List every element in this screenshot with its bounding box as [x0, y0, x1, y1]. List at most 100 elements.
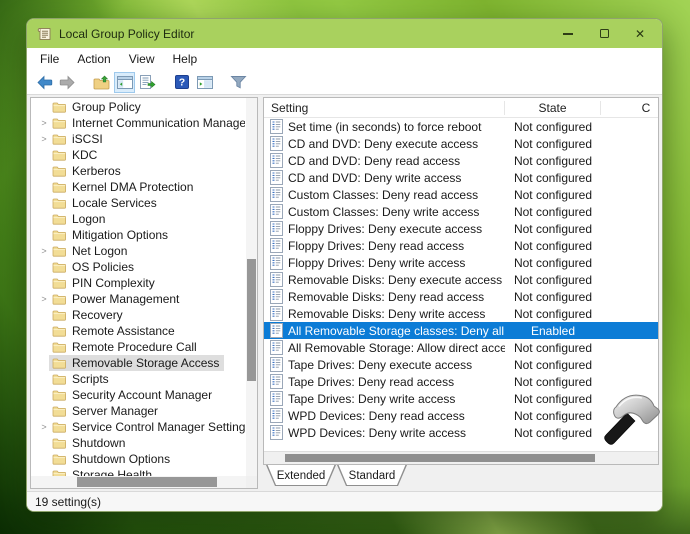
table-row[interactable]: Custom Classes: Deny write access Not co…: [264, 203, 658, 220]
tree-item[interactable]: > Net Logon: [31, 243, 245, 259]
chevron-right-icon[interactable]: >: [39, 294, 49, 304]
table-row[interactable]: Custom Classes: Deny read access Not con…: [264, 186, 658, 203]
table-row[interactable]: All Removable Storage: Allow direct acce…: [264, 339, 658, 356]
tree-item[interactable]: > Removable Storage Access: [31, 355, 245, 371]
menu-file[interactable]: File: [31, 52, 68, 66]
up-one-level-icon[interactable]: [91, 72, 112, 93]
folder-icon: [52, 149, 66, 161]
tree-item[interactable]: > Server Manager: [31, 403, 245, 419]
tree-item-label: Kernel DMA Protection: [72, 180, 193, 194]
back-icon[interactable]: [34, 72, 55, 93]
list-horizontal-scrollbar-thumb[interactable]: [285, 454, 595, 462]
tree-item[interactable]: > Shutdown: [31, 435, 245, 451]
show-action-pane-icon[interactable]: [194, 72, 215, 93]
table-row[interactable]: Tape Drives: Deny execute access Not con…: [264, 356, 658, 373]
toolbar: ?: [27, 70, 662, 95]
menu-help[interactable]: Help: [164, 52, 207, 66]
tree-item[interactable]: > Power Management: [31, 291, 245, 307]
tree-item[interactable]: > Service Control Manager Settings: [31, 419, 245, 435]
table-row[interactable]: Floppy Drives: Deny read access Not conf…: [264, 237, 658, 254]
filter-icon[interactable]: [228, 72, 249, 93]
table-row[interactable]: CD and DVD: Deny execute access Not conf…: [264, 135, 658, 152]
tree-vertical-scrollbar-thumb[interactable]: [247, 259, 256, 381]
tree-item[interactable]: > Mitigation Options: [31, 227, 245, 243]
tree-horizontal-scrollbar[interactable]: [31, 476, 246, 488]
minimize-button[interactable]: [550, 19, 586, 48]
tree-item-label: Internet Communication Management: [72, 116, 245, 130]
tree-item[interactable]: > Remote Assistance: [31, 323, 245, 339]
tree-item[interactable]: > Shutdown Options: [31, 451, 245, 467]
state-cell: Not configured: [505, 273, 601, 287]
folder-icon: [52, 437, 66, 449]
menu-bar: File Action View Help: [27, 48, 662, 70]
tree-item-label: Storage Health: [72, 468, 152, 476]
tree-item[interactable]: > iSCSI: [31, 131, 245, 147]
policy-setting-icon: [270, 340, 283, 355]
table-row[interactable]: CD and DVD: Deny read access Not configu…: [264, 152, 658, 169]
maximize-button[interactable]: [586, 19, 622, 48]
forward-icon[interactable]: [57, 72, 78, 93]
setting-cell: CD and DVD: Deny write access: [288, 171, 505, 185]
tree-item[interactable]: > Group Policy: [31, 99, 245, 115]
chevron-right-icon[interactable]: >: [39, 422, 49, 432]
export-list-icon[interactable]: [137, 72, 158, 93]
chevron-right-icon[interactable]: >: [39, 246, 49, 256]
help-icon[interactable]: ?: [171, 72, 192, 93]
tree-item[interactable]: > Scripts: [31, 371, 245, 387]
tree-item[interactable]: > Internet Communication Management: [31, 115, 245, 131]
table-row[interactable]: CD and DVD: Deny write access Not config…: [264, 169, 658, 186]
tab-standard[interactable]: Standard: [337, 465, 407, 486]
tree-horizontal-scrollbar-thumb[interactable]: [77, 477, 217, 487]
table-row[interactable]: Tape Drives: Deny write access Not confi…: [264, 390, 658, 407]
table-row[interactable]: Floppy Drives: Deny write access Not con…: [264, 254, 658, 271]
state-cell: Not configured: [505, 137, 601, 151]
policy-setting-icon: [270, 391, 283, 406]
table-row[interactable]: All Removable Storage classes: Deny all …: [264, 322, 658, 339]
table-row[interactable]: WPD Devices: Deny write access Not confi…: [264, 424, 658, 441]
tree-item[interactable]: > Recovery: [31, 307, 245, 323]
chevron-right-icon[interactable]: >: [39, 118, 49, 128]
tree-item-label: Net Logon: [72, 244, 127, 258]
tree-item[interactable]: > Logon: [31, 211, 245, 227]
list-header: Setting State C: [264, 98, 658, 118]
state-cell: Enabled: [505, 324, 601, 338]
column-header-setting[interactable]: Setting: [264, 101, 505, 115]
title-bar[interactable]: Local Group Policy Editor ✕: [27, 19, 662, 48]
tab-extended[interactable]: Extended: [266, 465, 336, 486]
tree-item[interactable]: > Security Account Manager: [31, 387, 245, 403]
menu-view[interactable]: View: [120, 52, 164, 66]
table-row[interactable]: Removable Disks: Deny read access Not co…: [264, 288, 658, 305]
table-row[interactable]: Floppy Drives: Deny execute access Not c…: [264, 220, 658, 237]
tree-item-label: Removable Storage Access: [72, 356, 219, 370]
tree-item[interactable]: > Kernel DMA Protection: [31, 179, 245, 195]
column-header-comment[interactable]: C: [601, 101, 659, 115]
table-row[interactable]: WPD Devices: Deny read access Not config…: [264, 407, 658, 424]
table-row[interactable]: Set time (in seconds) to force reboot No…: [264, 118, 658, 135]
table-row[interactable]: Removable Disks: Deny write access Not c…: [264, 305, 658, 322]
list-horizontal-scrollbar[interactable]: [264, 451, 658, 464]
state-cell: Not configured: [505, 205, 601, 219]
tree-item[interactable]: > Kerberos: [31, 163, 245, 179]
close-button[interactable]: ✕: [622, 19, 658, 48]
policy-tree: > Group Policy >: [31, 99, 245, 476]
table-row[interactable]: Tape Drives: Deny read access Not config…: [264, 373, 658, 390]
table-row[interactable]: Removable Disks: Deny execute access Not…: [264, 271, 658, 288]
tree-item[interactable]: > Storage Health: [31, 467, 245, 476]
state-cell: Not configured: [505, 290, 601, 304]
chevron-right-icon[interactable]: >: [39, 134, 49, 144]
tree-vertical-scrollbar[interactable]: [246, 98, 257, 476]
tree-item[interactable]: > Remote Procedure Call: [31, 339, 245, 355]
policy-setting-icon: [270, 374, 283, 389]
tree-item[interactable]: > KDC: [31, 147, 245, 163]
tree-item-label: Remote Assistance: [72, 324, 175, 338]
tree-item[interactable]: > OS Policies: [31, 259, 245, 275]
column-header-state[interactable]: State: [505, 101, 601, 115]
tree-item[interactable]: > PIN Complexity: [31, 275, 245, 291]
state-cell: Not configured: [505, 222, 601, 236]
tree-item-label: iSCSI: [72, 132, 103, 146]
tree-item[interactable]: > Locale Services: [31, 195, 245, 211]
folder-icon: [52, 357, 66, 369]
show-console-tree-icon[interactable]: [114, 72, 135, 93]
state-cell: Not configured: [505, 341, 601, 355]
menu-action[interactable]: Action: [68, 52, 119, 66]
